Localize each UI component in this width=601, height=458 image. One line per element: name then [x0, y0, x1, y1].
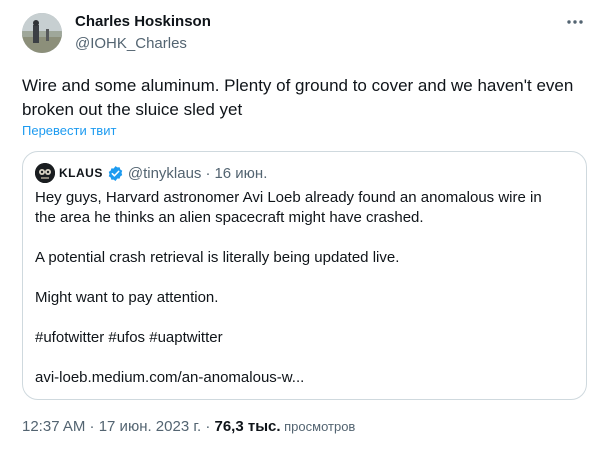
tweet-meta: 12:37 AM · 17 июн. 2023 г. · 76,3 тыс. п…	[22, 418, 355, 435]
separator-dot: ·	[205, 164, 211, 182]
verified-badge-icon	[107, 165, 124, 182]
quoted-text-line: A potential crash retrieval is literally…	[35, 249, 400, 266]
quoted-avatar[interactable]	[35, 163, 55, 183]
more-dots-icon[interactable]	[565, 14, 585, 30]
quoted-text-line: the area he thinks an alien spacecraft m…	[35, 209, 424, 226]
author-name[interactable]: Charles Hoskinson	[75, 13, 211, 31]
tweet-text-line: broken out the sluice sled yet	[22, 100, 243, 119]
author-handle[interactable]: @IOHK_Charles	[75, 35, 211, 53]
quoted-hashtags: #ufotwitter #ufos #uaptwitter	[35, 329, 223, 346]
quoted-text-line: Hey guys, Harvard astronomer Avi Loeb al…	[35, 189, 542, 206]
tweet-timestamp[interactable]: 12:37 AM · 17 июн. 2023 г. ·	[22, 418, 214, 435]
author-avatar[interactable]	[22, 13, 62, 53]
quoted-tweet-body: Hey guys, Harvard astronomer Avi Loeb al…	[35, 188, 575, 388]
tweet-text-line: Wire and some aluminum. Plenty of ground…	[22, 76, 574, 95]
quoted-tweet[interactable]: KLAUS @tinyklaus · 16 июн. Hey guys, Har…	[22, 151, 587, 400]
views-label: просмотров	[280, 419, 356, 434]
quoted-tweet-header: KLAUS @tinyklaus · 16 июн.	[35, 163, 267, 183]
quoted-date[interactable]: 16 июн.	[214, 165, 267, 182]
quoted-author-handle[interactable]: @tinyklaus	[128, 165, 202, 182]
quoted-link: avi-loeb.medium.com/an-anomalous-w...	[35, 369, 305, 386]
tweet-card: Charles Hoskinson @IOHK_Charles Wire and…	[0, 0, 601, 458]
translate-link[interactable]: Перевести твит	[22, 123, 116, 138]
tweet-text: Wire and some aluminum. Plenty of ground…	[22, 74, 587, 122]
views-count: 76,3 тыс.	[214, 418, 281, 435]
quoted-text-line: Might want to pay attention.	[35, 289, 219, 306]
author-info: Charles Hoskinson @IOHK_Charles	[75, 13, 211, 53]
quoted-author-name[interactable]: KLAUS	[59, 166, 103, 180]
